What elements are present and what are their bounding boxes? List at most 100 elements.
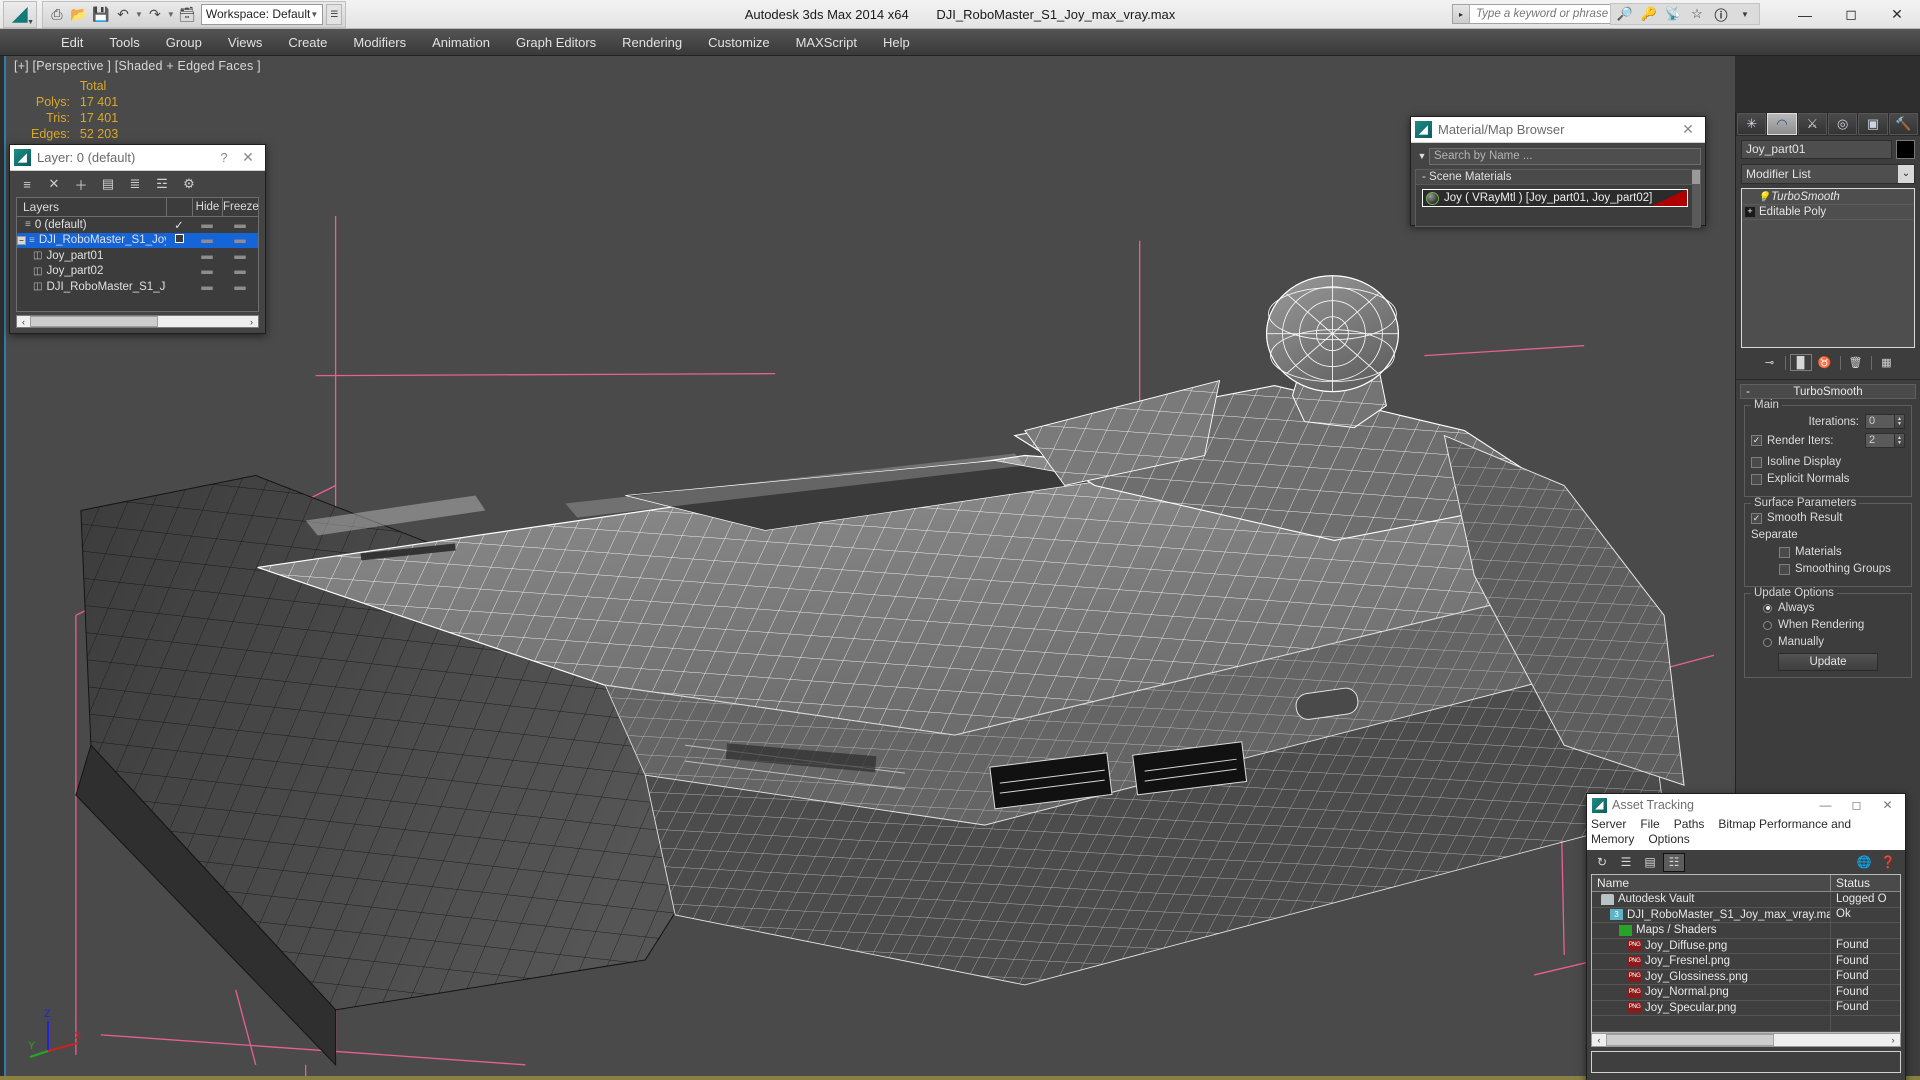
separate-materials-row[interactable]: Materials [1751, 546, 1905, 558]
motion-tab[interactable]: ◎ [1827, 113, 1858, 135]
new-scene-icon[interactable]: ⎙ [46, 3, 68, 25]
help-question-icon[interactable]: ⓘ [1709, 4, 1733, 24]
object-color-swatch[interactable] [1896, 140, 1915, 159]
explicit-normals-checkbox[interactable] [1751, 473, 1762, 485]
search-dropdown-icon[interactable]: ▸ [1453, 5, 1470, 23]
scroll-left-icon[interactable]: ‹ [1592, 1035, 1606, 1045]
communication-center-icon[interactable]: 📡 [1661, 4, 1685, 24]
update-button[interactable]: Update [1778, 653, 1878, 671]
menu-group[interactable]: Group [153, 29, 215, 56]
subscription-key-icon[interactable]: 🔑 [1637, 4, 1661, 24]
menu-animation[interactable]: Animation [419, 29, 503, 56]
freeze-cell[interactable]: ▬ [222, 281, 258, 293]
application-menu-button[interactable]: ◢ ▼ [3, 0, 37, 28]
object-name-field[interactable]: Joy_part01 [1741, 140, 1892, 159]
create-tab[interactable]: ✳ [1737, 113, 1767, 135]
hierarchy-tab[interactable]: ⚔ [1797, 113, 1827, 135]
layer-properties-icon[interactable]: ⚙ [180, 175, 198, 193]
maximize-button[interactable]: ◻ [1828, 0, 1874, 29]
menu-graph-editors[interactable]: Graph Editors [503, 29, 609, 56]
render-iters-spinner[interactable]: 2 ▲ ▼ [1865, 433, 1905, 448]
at-maximize-button[interactable]: ◻ [1841, 798, 1872, 812]
menu-rendering[interactable]: Rendering [609, 29, 695, 56]
freeze-cell[interactable]: ▬ [222, 250, 258, 262]
menu-edit[interactable]: Edit [48, 29, 96, 56]
explicit-normals-row[interactable]: Explicit Normals [1751, 473, 1905, 485]
modifier-list-dropdown[interactable]: Modifier List ⌄ [1741, 164, 1915, 184]
at-menu-bitmap-performance-and-memory[interactable]: Bitmap Performance and Memory [1591, 817, 1851, 846]
layer-row[interactable]: − ≡ DJI_RoboMaster_S1_Joy ▬ ▬ [17, 232, 258, 248]
minimize-button[interactable]: — [1782, 0, 1828, 29]
material-map-browser[interactable]: ◢ Material/Map Browser ✕ ▼ Search by Nam… [1410, 116, 1706, 228]
separate-materials-checkbox[interactable] [1779, 546, 1790, 558]
iterations-value[interactable]: 0 [1865, 414, 1895, 429]
freeze-cell[interactable]: ▬ [222, 234, 258, 246]
hide-cell[interactable]: ▬ [192, 265, 222, 277]
scroll-right-icon[interactable]: › [1886, 1035, 1900, 1045]
scroll-thumb[interactable] [30, 316, 158, 327]
update-option-row[interactable]: When Rendering [1751, 619, 1905, 631]
modify-tab[interactable]: ◠ [1767, 113, 1797, 135]
highlight-selected-objects-icon[interactable]: ☲ [153, 175, 171, 193]
open-file-icon[interactable]: 📂 [68, 3, 90, 25]
at-minimize-button[interactable]: — [1810, 798, 1841, 812]
chevron-down-icon[interactable]: ⌄ [1898, 165, 1914, 183]
layer-horizontal-scrollbar[interactable]: ‹ › [16, 315, 259, 328]
close-icon[interactable]: ✕ [235, 149, 261, 166]
material-item-joy[interactable]: Joy ( VRayMtl ) [Joy_part01, Joy_part02] [1422, 189, 1688, 207]
expand-icon[interactable]: + [1745, 207, 1755, 217]
smooth-result-row[interactable]: Smooth Result [1751, 512, 1905, 524]
hide-cell[interactable]: ▬ [192, 219, 222, 231]
menu-views[interactable]: Views [215, 29, 275, 56]
close-icon[interactable]: ✕ [1675, 121, 1701, 138]
menu-create[interactable]: Create [275, 29, 340, 56]
at-menu-file[interactable]: File [1640, 817, 1659, 831]
spinner-arrows-icon[interactable]: ▲ ▼ [1895, 433, 1905, 448]
layer-row[interactable]: ◫ DJI_RoboMaster_S1_Joy ▬ ▬ [17, 279, 258, 295]
layer-row[interactable]: ◫ Joy_part01 ▬ ▬ [17, 248, 258, 264]
help-dropdown-icon[interactable]: ▼ [1733, 4, 1757, 24]
asset-row[interactable]: 3 DJI_RoboMaster_S1_Joy_max_vray.max Ok [1592, 907, 1900, 923]
asset-row[interactable]: PNG Joy_Normal.png Found [1592, 984, 1900, 1001]
asset-row[interactable] [1592, 1015, 1900, 1032]
configure-modifier-sets-icon[interactable]: ▦ [1876, 354, 1898, 371]
add-selection-to-layer-icon[interactable]: ＋ [72, 175, 90, 193]
asset-tracking-window[interactable]: ◢ Asset Tracking — ◻ ✕ Server File Paths Bi… [1586, 793, 1906, 1080]
at-menu-paths[interactable]: Paths [1674, 817, 1705, 831]
remove-modifier-icon[interactable]: 🗑 [1845, 354, 1867, 371]
update-option-radio[interactable] [1763, 603, 1772, 613]
hide-cell[interactable]: ▬ [192, 281, 222, 293]
update-option-row[interactable]: Always [1751, 602, 1905, 614]
menu-maxscript[interactable]: MAXScript [783, 29, 870, 56]
layer-dialog[interactable]: ◢ Layer: 0 (default) ? ✕ ≡ ✕ ＋ ▤ ≣ ☲ ⚙ Layers … [9, 144, 266, 334]
vault-help-icon[interactable]: ❓ [1877, 853, 1899, 872]
at-menu-options[interactable]: Options [1648, 832, 1689, 846]
make-unique-icon[interactable]: ♉ [1814, 354, 1836, 371]
expander-icon[interactable]: − [17, 235, 26, 245]
current-cell[interactable] [166, 234, 192, 246]
select-objects-in-layer-icon[interactable]: ▤ [99, 175, 117, 193]
rollout-header[interactable]: - TurboSmooth [1740, 384, 1916, 399]
show-end-result-icon[interactable]: ▐▌ [1789, 354, 1812, 371]
asset-horizontal-scrollbar[interactable]: ‹ › [1591, 1032, 1901, 1047]
collapse-icon[interactable]: - [1741, 386, 1755, 398]
menu-help[interactable]: Help [870, 29, 923, 56]
hide-cell[interactable]: ▬ [192, 250, 222, 262]
menu-tools[interactable]: Tools [96, 29, 152, 56]
scroll-left-icon[interactable]: ‹ [17, 317, 30, 327]
hide-cell[interactable]: ▬ [192, 234, 222, 246]
update-option-row[interactable]: Manually [1751, 636, 1905, 648]
matbrowser-search-input[interactable]: Search by Name ... [1429, 147, 1701, 165]
favorites-star-icon[interactable]: ☆ [1685, 4, 1709, 24]
redo-icon[interactable]: ↷ [144, 3, 166, 25]
grid-view-icon[interactable]: ☷ [1663, 852, 1685, 872]
delete-layer-icon[interactable]: ✕ [45, 175, 63, 193]
scroll-thumb[interactable] [1692, 170, 1700, 184]
modifier-stack[interactable]: 💡 TurboSmooth + Editable Poly [1741, 188, 1915, 348]
vault-login-icon[interactable]: 🌐 [1853, 853, 1875, 872]
layer-row[interactable]: ≡ 0 (default) ✓ ▬ ▬ [17, 217, 258, 233]
current-cell[interactable]: ✓ [166, 218, 192, 232]
current-layer-checkbox[interactable] [174, 234, 184, 244]
smooth-result-checkbox[interactable] [1751, 512, 1762, 524]
menu-customize[interactable]: Customize [695, 29, 782, 56]
